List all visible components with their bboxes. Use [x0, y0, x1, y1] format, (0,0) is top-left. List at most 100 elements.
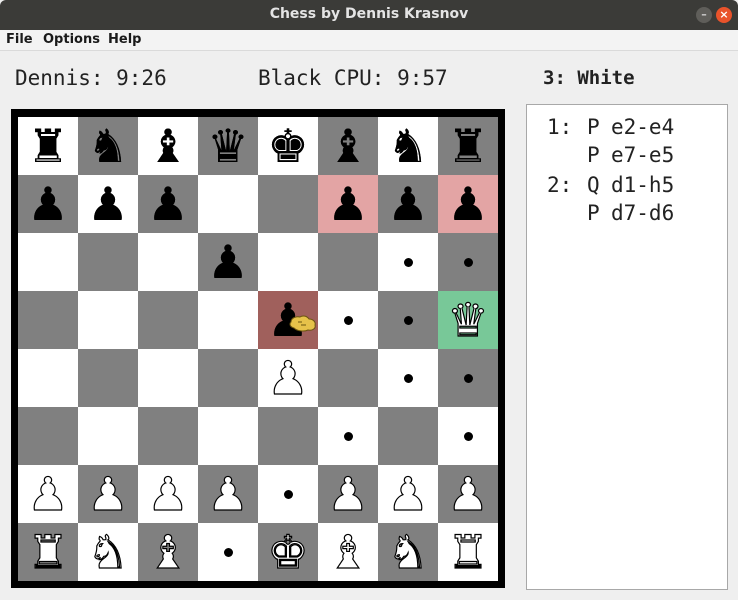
legal-move-dot[interactable] — [403, 257, 413, 267]
square-g6[interactable] — [378, 233, 438, 291]
legal-move-dot[interactable] — [463, 431, 473, 441]
square-a2[interactable]: ♟ — [18, 465, 78, 523]
white-pawn-icon[interactable]: ♟ — [387, 465, 429, 523]
square-c8[interactable]: ♝ — [138, 117, 198, 175]
black-king-icon[interactable]: ♚ — [267, 117, 308, 175]
square-c5[interactable] — [138, 291, 198, 349]
square-e2[interactable] — [258, 465, 318, 523]
square-b2[interactable]: ♟ — [78, 465, 138, 523]
square-b3[interactable] — [78, 407, 138, 465]
square-a1[interactable]: ♜ — [18, 523, 78, 581]
square-c2[interactable]: ♟ — [138, 465, 198, 523]
white-knight-icon[interactable]: ♞ — [87, 523, 129, 581]
white-king-icon[interactable]: ♚ — [267, 523, 309, 581]
black-bishop-icon[interactable]: ♝ — [147, 117, 188, 175]
square-e1[interactable]: ♚ — [258, 523, 318, 581]
legal-move-dot[interactable] — [463, 373, 473, 383]
white-pawn-icon[interactable]: ♟ — [327, 465, 369, 523]
square-f6[interactable] — [318, 233, 378, 291]
square-g3[interactable] — [378, 407, 438, 465]
square-h1[interactable]: ♜ — [438, 523, 498, 581]
white-bishop-icon[interactable]: ♝ — [147, 523, 189, 581]
square-d7[interactable] — [198, 175, 258, 233]
black-rook-icon[interactable]: ♜ — [447, 117, 488, 175]
square-a4[interactable] — [18, 349, 78, 407]
square-h5[interactable]: ♛ — [438, 291, 498, 349]
legal-move-dot[interactable] — [463, 257, 473, 267]
white-pawn-icon[interactable]: ♟ — [207, 465, 249, 523]
square-d4[interactable] — [198, 349, 258, 407]
square-g4[interactable] — [378, 349, 438, 407]
square-d5[interactable] — [198, 291, 258, 349]
square-g7[interactable]: ♟ — [378, 175, 438, 233]
white-pawn-icon[interactable]: ♟ — [87, 465, 129, 523]
square-b4[interactable] — [78, 349, 138, 407]
white-knight-icon[interactable]: ♞ — [387, 523, 429, 581]
white-pawn-icon[interactable]: ♟ — [267, 349, 309, 407]
square-f1[interactable]: ♝ — [318, 523, 378, 581]
square-g2[interactable]: ♟ — [378, 465, 438, 523]
black-knight-icon[interactable]: ♞ — [387, 117, 428, 175]
white-pawn-icon[interactable]: ♟ — [27, 465, 69, 523]
menu-help[interactable]: Help — [108, 32, 141, 47]
minimize-icon[interactable]: – — [696, 7, 712, 23]
square-b5[interactable] — [78, 291, 138, 349]
square-c6[interactable] — [138, 233, 198, 291]
black-pawn-icon[interactable]: ♟ — [87, 175, 128, 233]
square-f2[interactable]: ♟ — [318, 465, 378, 523]
square-c7[interactable]: ♟ — [138, 175, 198, 233]
black-pawn-icon[interactable]: ♟ — [387, 175, 428, 233]
square-e7[interactable] — [258, 175, 318, 233]
square-a8[interactable]: ♜ — [18, 117, 78, 175]
square-h7[interactable]: ♟ — [438, 175, 498, 233]
black-queen-icon[interactable]: ♛ — [207, 117, 248, 175]
black-pawn-icon[interactable]: ♟ — [327, 175, 368, 233]
square-d2[interactable]: ♟ — [198, 465, 258, 523]
white-bishop-icon[interactable]: ♝ — [327, 523, 369, 581]
white-rook-icon[interactable]: ♜ — [27, 523, 69, 581]
square-a6[interactable] — [18, 233, 78, 291]
chess-board[interactable]: ♜ ♞ ♝ ♛ ♚ ♝ ♞ ♜ ♟ ♟ ♟ ♟ ♟ ♟ ♟ ♟ ♛ ♟ ♟ ♟ ♟ ♟ ♟ ♟ ♟ ♜ ♞ ♝ ♚ ♝ ♞ ♜ — [18, 117, 498, 581]
square-f4[interactable] — [318, 349, 378, 407]
square-e8[interactable]: ♚ — [258, 117, 318, 175]
square-f3[interactable] — [318, 407, 378, 465]
legal-move-dot[interactable] — [403, 315, 413, 325]
square-f8[interactable]: ♝ — [318, 117, 378, 175]
white-pawn-icon[interactable]: ♟ — [147, 465, 189, 523]
square-h6[interactable] — [438, 233, 498, 291]
square-b1[interactable]: ♞ — [78, 523, 138, 581]
black-pawn-icon[interactable]: ♟ — [27, 175, 68, 233]
square-d3[interactable] — [198, 407, 258, 465]
square-c1[interactable]: ♝ — [138, 523, 198, 581]
square-g8[interactable]: ♞ — [378, 117, 438, 175]
square-c3[interactable] — [138, 407, 198, 465]
square-h4[interactable] — [438, 349, 498, 407]
white-queen-icon[interactable]: ♛ — [447, 291, 489, 349]
close-icon[interactable]: × — [716, 7, 732, 23]
black-pawn-icon[interactable]: ♟ — [207, 233, 248, 291]
white-pawn-icon[interactable]: ♟ — [447, 465, 489, 523]
square-a3[interactable] — [18, 407, 78, 465]
square-b6[interactable] — [78, 233, 138, 291]
black-pawn-icon[interactable]: ♟ — [447, 175, 488, 233]
square-d8[interactable]: ♛ — [198, 117, 258, 175]
square-e3[interactable] — [258, 407, 318, 465]
square-h3[interactable] — [438, 407, 498, 465]
move-list[interactable]: 1: Pe2-e4 Pe7-e5 2: Qd1-h5 Pd7-d6 — [526, 104, 728, 590]
square-g1[interactable]: ♞ — [378, 523, 438, 581]
legal-move-dot[interactable] — [283, 489, 293, 499]
square-b8[interactable]: ♞ — [78, 117, 138, 175]
black-bishop-icon[interactable]: ♝ — [327, 117, 368, 175]
menu-options[interactable]: Options — [43, 32, 100, 47]
square-c4[interactable] — [138, 349, 198, 407]
legal-move-dot[interactable] — [403, 373, 413, 383]
black-pawn-icon[interactable]: ♟ — [147, 175, 188, 233]
legal-move-dot[interactable] — [223, 547, 233, 557]
square-e6[interactable] — [258, 233, 318, 291]
menu-file[interactable]: File — [6, 32, 33, 47]
square-h8[interactable]: ♜ — [438, 117, 498, 175]
black-knight-icon[interactable]: ♞ — [87, 117, 128, 175]
square-b7[interactable]: ♟ — [78, 175, 138, 233]
square-g5[interactable] — [378, 291, 438, 349]
square-f5[interactable] — [318, 291, 378, 349]
